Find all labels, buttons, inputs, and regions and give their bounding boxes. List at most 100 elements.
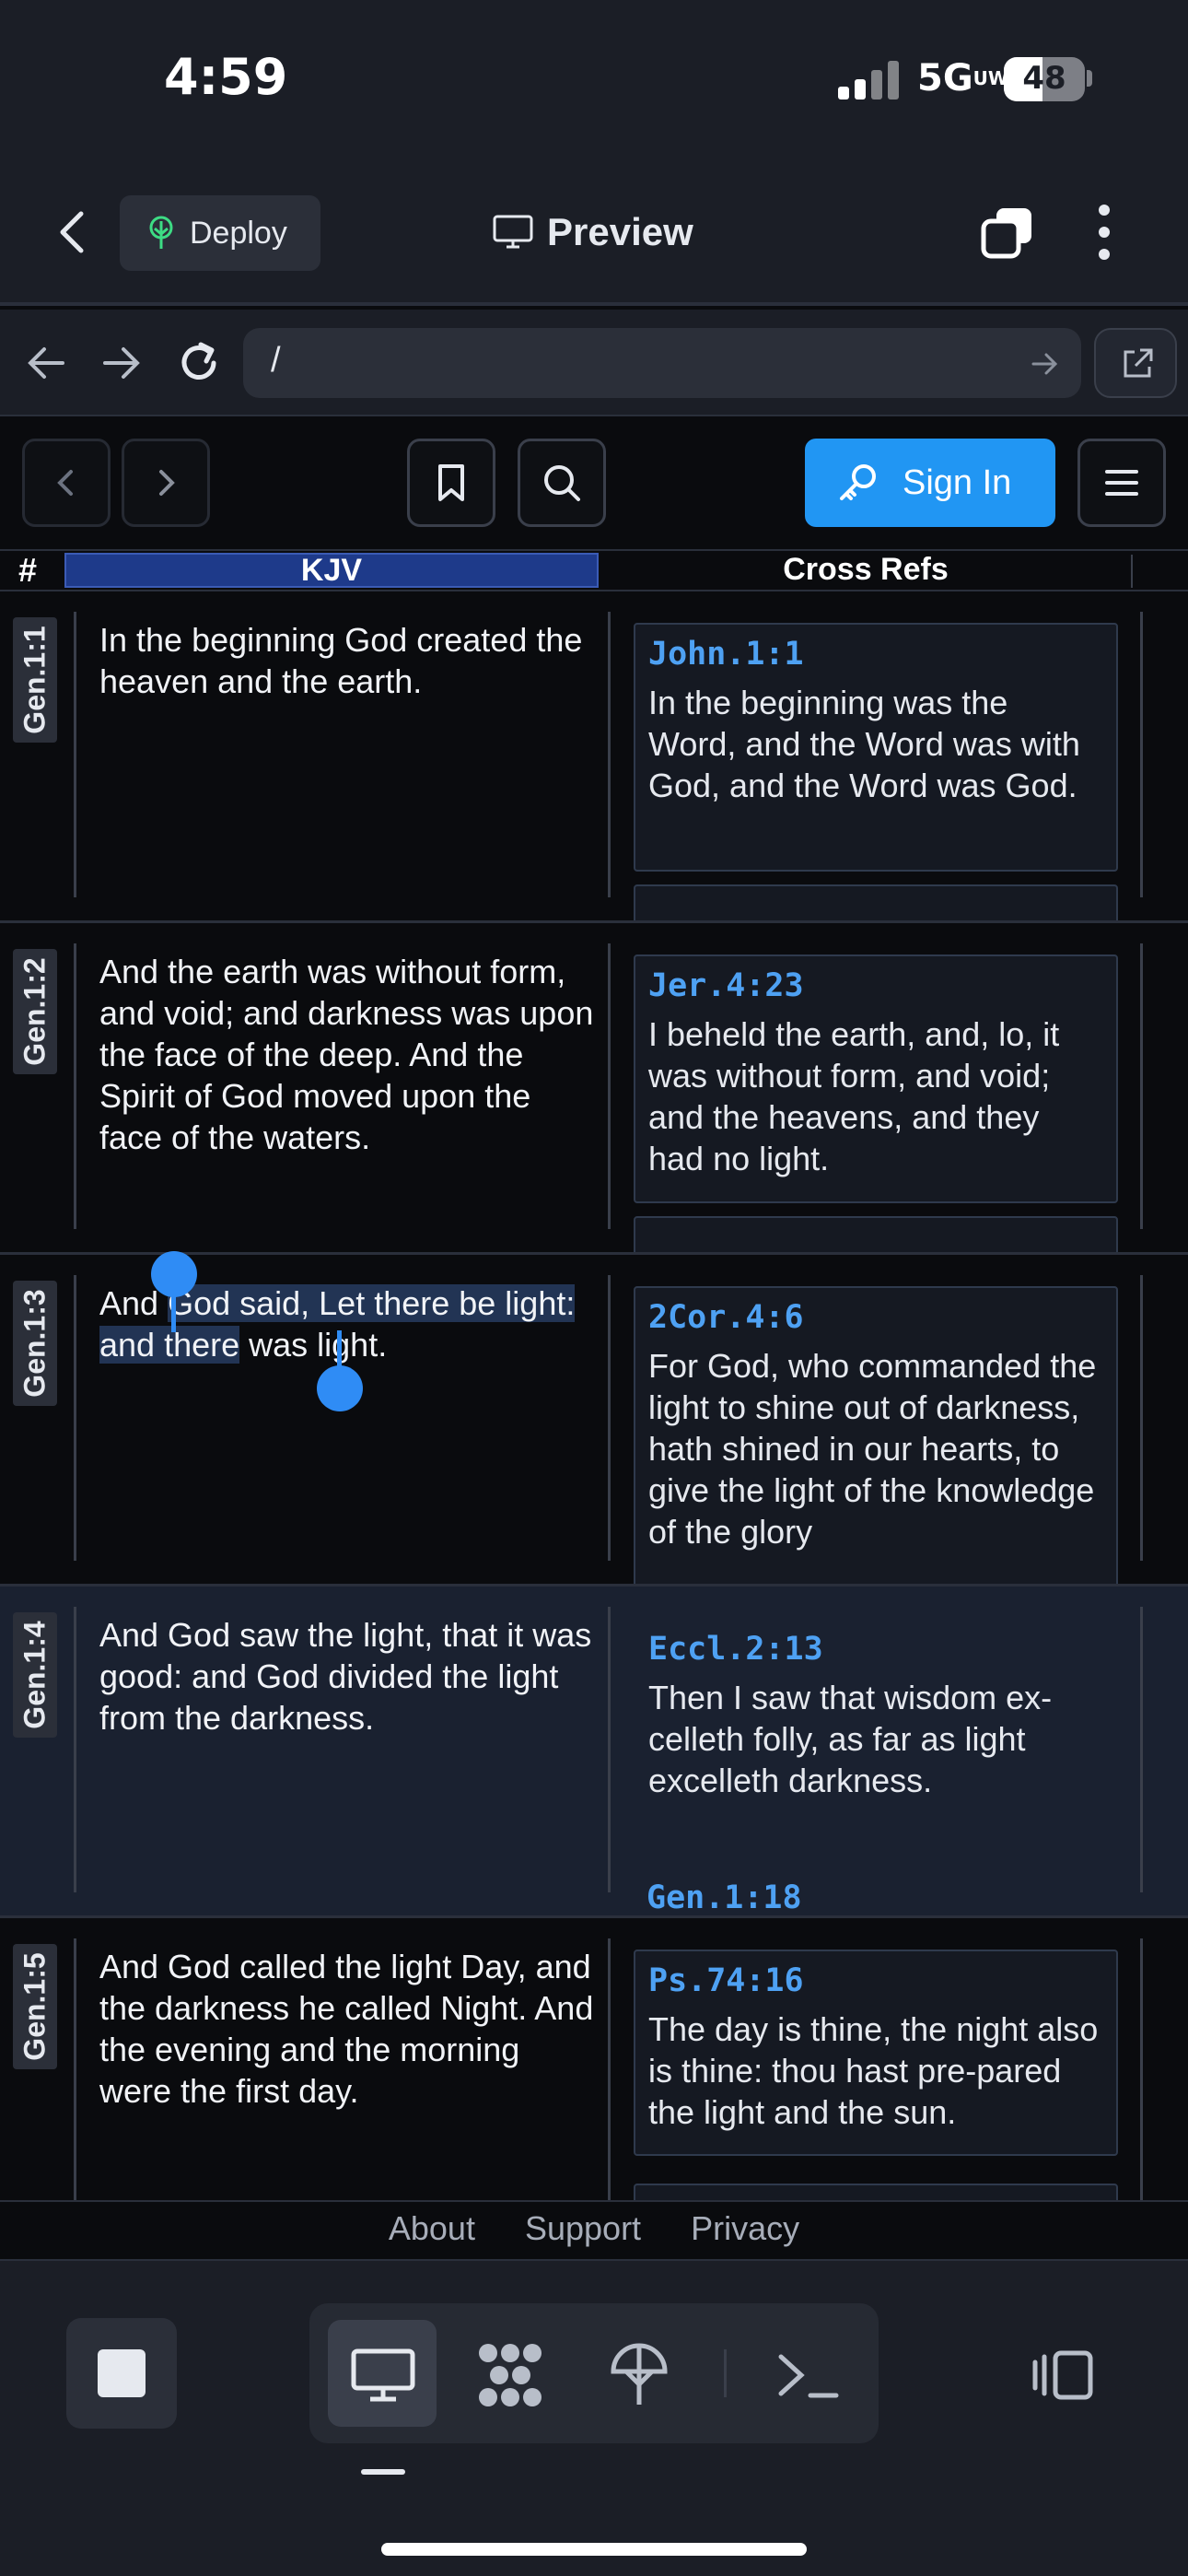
external-link-icon [1124, 348, 1153, 378]
open-external-button[interactable] [1094, 328, 1177, 398]
segment-divider [724, 2349, 727, 2397]
cross-ref-card[interactable]: John.1:1 In the beginning was the Word, … [634, 623, 1118, 872]
column-divider [74, 1607, 76, 1892]
hash-column-header: # [18, 551, 38, 589]
deploy-label: Deploy [190, 215, 287, 251]
view-switcher [309, 2303, 879, 2443]
sign-in-label: Sign In [903, 463, 1012, 502]
cross-ref-card[interactable]: Eccl.2:13 Then I saw that wisdom ex-cell… [634, 1618, 1118, 1867]
privacy-link[interactable]: Privacy [691, 2209, 799, 2247]
preview-label: Preview [547, 210, 693, 253]
site-toolbar: Sign In [0, 416, 1188, 549]
side-panel-icon[interactable] [1031, 2348, 1096, 2403]
cross-ref-card-next[interactable] [634, 1216, 1118, 1252]
signal-icon [838, 61, 899, 100]
column-divider [1140, 1275, 1143, 1561]
verse-row: Gen.1:5 And God called the light Day, an… [0, 1918, 1188, 2200]
cross-ref-link[interactable]: Eccl.2:13 [648, 1631, 1103, 1668]
column-divider [1140, 612, 1143, 897]
column-divider [608, 1275, 611, 1561]
verse-row: Gen.1:2 And the earth was without form, … [0, 923, 1188, 1255]
status-time: 4:59 [164, 48, 288, 106]
bookmark-icon [438, 464, 464, 501]
chevron-right-icon [159, 470, 175, 496]
table-header: # KJV Cross Refs [0, 549, 1188, 591]
battery-tip [1087, 70, 1092, 87]
workspace-grid-icon[interactable] [473, 2338, 547, 2412]
verse-ref-label[interactable]: Gen.1:1 [13, 617, 57, 743]
kjv-verse-text: And the earth was without form, and void… [99, 953, 594, 1156]
verse-row: Gen.1:1 In the beginning God created the… [0, 591, 1188, 923]
menu-button[interactable] [1077, 439, 1166, 527]
column-divider [74, 943, 76, 1229]
cross-ref-link[interactable]: Jer.4:23 [648, 967, 1103, 1004]
more-options-icon[interactable] [1090, 203, 1118, 262]
selection-end-handle[interactable] [317, 1365, 363, 1411]
next-chapter-button[interactable] [122, 439, 210, 527]
column-divider [608, 943, 611, 1229]
kjv-verse-text: And God saw the light, that it was good:… [99, 1616, 592, 1737]
tabs-icon[interactable] [978, 203, 1037, 262]
nav-forward-icon[interactable] [98, 339, 146, 387]
deploy-icon[interactable] [602, 2338, 676, 2412]
url-input[interactable]: / [243, 328, 1081, 398]
column-divider [608, 1938, 611, 2200]
cross-ref-card[interactable]: Jer.4:23 I beheld the earth, and, lo, it… [634, 954, 1118, 1203]
cross-ref-link[interactable]: Gen.1:18 [646, 1879, 802, 1915]
search-button[interactable] [518, 439, 606, 527]
previous-chapter-button[interactable] [22, 439, 111, 527]
go-arrow-icon[interactable] [1030, 348, 1061, 380]
preview-title[interactable]: Preview [492, 203, 693, 262]
url-text: / [271, 341, 281, 380]
chevron-left-icon [57, 470, 73, 496]
reload-icon[interactable] [175, 339, 223, 387]
cross-ref-text: The day is thine, the night also is thin… [648, 2010, 1099, 2131]
stop-button[interactable] [66, 2318, 177, 2429]
bottom-dock [0, 2259, 1188, 2576]
column-divider [1140, 1938, 1143, 2200]
status-bar: 4:59 5GUW 48 [0, 0, 1188, 157]
verse-ref-label[interactable]: Gen.1:5 [13, 1944, 57, 2069]
cross-ref-card[interactable]: 2Cor.4:6 For God, who commanded the ligh… [634, 1286, 1118, 1584]
cross-ref-link[interactable]: Ps.74:16 [648, 1962, 1103, 1999]
cross-ref-card-next[interactable] [634, 2184, 1118, 2200]
verse-ref-label[interactable]: Gen.1:4 [13, 1612, 57, 1738]
app-header: Deploy Preview [0, 157, 1188, 306]
bookmark-button[interactable] [407, 439, 495, 527]
column-divider [1131, 555, 1133, 588]
terminal-icon[interactable] [770, 2338, 844, 2412]
about-link[interactable]: About [389, 2209, 475, 2247]
key-icon [840, 464, 876, 500]
monitor-icon [351, 2348, 415, 2402]
cross-ref-card[interactable]: Ps.74:16 The day is thine, the night als… [634, 1950, 1118, 2156]
cross-ref-card-next[interactable] [634, 884, 1118, 920]
cross-ref-link[interactable]: 2Cor.4:6 [648, 1299, 1103, 1336]
cross-ref-text: In the beginning was the Word, and the W… [648, 684, 1080, 804]
network-indicator: 5GUW [917, 57, 1008, 100]
home-indicator[interactable] [381, 2543, 807, 2556]
verse-row-highlighted: Gen.1:4 And God saw the light, that it w… [0, 1587, 1188, 1918]
column-divider [74, 1275, 76, 1561]
verse-ref-label[interactable]: Gen.1:3 [13, 1281, 57, 1406]
nav-back-icon[interactable] [22, 339, 70, 387]
column-divider [608, 1607, 611, 1892]
column-divider [1140, 943, 1143, 1229]
deploy-button[interactable]: Deploy [120, 195, 320, 271]
kjv-verse-text: And God called the light Day, and the da… [99, 1948, 594, 2110]
column-divider [74, 612, 76, 897]
cross-ref-link[interactable]: John.1:1 [648, 636, 1103, 673]
support-link[interactable]: Support [525, 2209, 641, 2247]
verse-ref-label[interactable]: Gen.1:2 [13, 949, 57, 1074]
cross-refs-column-header[interactable]: Cross Refs [599, 553, 1133, 588]
active-tab-indicator [361, 2469, 405, 2475]
monitor-icon [493, 215, 533, 249]
cross-ref-text: Then I saw that wisdom ex-celleth folly,… [648, 1679, 1053, 1799]
kjv-verse-text: In the beginning God created the heaven … [99, 621, 583, 700]
sign-in-button[interactable]: Sign In [805, 439, 1055, 527]
search-icon [544, 465, 580, 501]
cross-ref-text: I beheld the earth, and, lo, it was with… [648, 1015, 1060, 1177]
back-chevron-icon[interactable] [52, 208, 92, 256]
url-bar: / [0, 310, 1188, 416]
battery-icon: 48 [1004, 57, 1085, 101]
kjv-column-header[interactable]: KJV [64, 553, 599, 588]
